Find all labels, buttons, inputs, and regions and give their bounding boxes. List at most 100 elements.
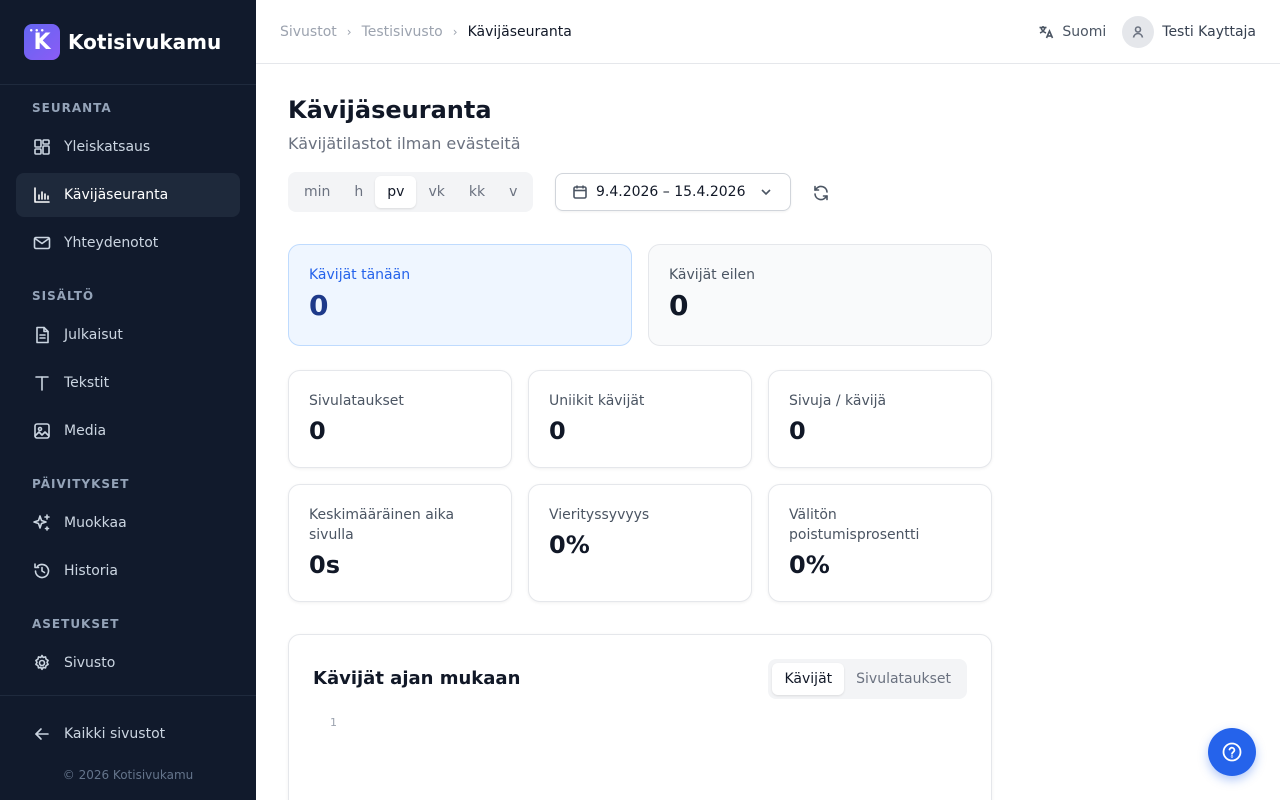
mail-icon [32, 233, 52, 253]
brand-logo-icon: ••• K [24, 24, 60, 60]
stat-label: Välitön poistumisprosentti [789, 507, 920, 543]
text-icon [32, 373, 52, 393]
image-icon [32, 421, 52, 441]
topbar: Sivustot › Testisivusto › Kävijäseuranta… [256, 0, 1280, 64]
user-icon [1132, 26, 1144, 38]
brand[interactable]: ••• K Kotisivukamu [24, 24, 221, 60]
language-label: Suomi [1062, 24, 1107, 40]
stat-card-unique-visitors: Uniikit kävijät 0 [528, 370, 752, 468]
stat-label: Keskimääräinen aika sivulla [309, 507, 455, 543]
stat-card-visitors-yesterday: Kävijät eilen 0 [648, 244, 992, 346]
refresh-button[interactable] [810, 182, 832, 204]
chevron-down-icon [758, 184, 774, 200]
sidebar: ••• K Kotisivukamu SEURANTA Yleiskatsaus… [0, 0, 256, 800]
arrow-left-icon [32, 724, 52, 744]
stat-value: 0% [789, 551, 830, 579]
stat-card-pages-per-visitor: Sivuja / kävijä 0 [768, 370, 992, 468]
granularity-year-button[interactable]: v [497, 176, 529, 208]
sidebar-divider [0, 84, 256, 85]
stat-value: 0 [669, 289, 689, 322]
sidebar-item-label: Yhteydenotot [64, 235, 159, 251]
sidebar-item-label: Yleiskatsaus [64, 139, 151, 155]
granularity-min-button[interactable]: min [292, 176, 342, 208]
granularity-selector: min h pv vk kk v [288, 172, 534, 212]
page-subtitle: Kävijätilastot ilman evästeitä [288, 134, 521, 153]
stat-value: 0 [309, 417, 326, 445]
date-range-picker[interactable]: 9.4.2026 – 15.4.2026 [555, 173, 791, 211]
user-menu[interactable]: Testi Kayttaja [1122, 16, 1256, 48]
granularity-month-button[interactable]: kk [457, 176, 497, 208]
granularity-hour-button[interactable]: h [342, 176, 375, 208]
brand-name: Kotisivukamu [68, 30, 222, 54]
sidebar-item-label: Muokkaa [64, 515, 127, 531]
copyright: © 2026 Kotisivukamu [62, 768, 194, 782]
breadcrumb-item-testisivusto[interactable]: Testisivusto [362, 24, 443, 40]
sidebar-item-label: Kävijäseuranta [64, 187, 169, 203]
stat-card-page-loads: Sivulataukset 0 [288, 370, 512, 468]
page-title: Kävijäseuranta [288, 96, 492, 124]
sidebar-item-historia[interactable]: Historia [16, 549, 240, 593]
stat-card-scroll-depth: Vierityssyvyys 0% [528, 484, 752, 602]
sidebar-item-yleiskatsaus[interactable]: Yleiskatsaus [16, 125, 240, 169]
bar-chart-icon [32, 185, 52, 205]
help-question-icon [1221, 741, 1243, 763]
date-range-value: 9.4.2026 – 15.4.2026 [596, 184, 746, 200]
breadcrumb: Sivustot › Testisivusto › Kävijäseuranta [280, 0, 572, 64]
visitors-over-time-chart-card: Kävijät ajan mukaan Kävijät Sivulataukse… [288, 634, 992, 800]
stat-label: Uniikit kävijät [549, 393, 645, 409]
avatar [1122, 16, 1155, 48]
sidebar-item-tekstit[interactable]: Tekstit [16, 361, 240, 405]
sidebar-item-label: Sivusto [64, 655, 116, 671]
stat-value: 0 [789, 417, 806, 445]
granularity-week-button[interactable]: vk [416, 176, 456, 208]
sidebar-item-label: Historia [64, 563, 118, 579]
section-title-seuranta: SEURANTA [32, 101, 112, 115]
stat-label: Kävijät tänään [309, 267, 411, 283]
sidebar-item-label: Media [64, 423, 107, 439]
granularity-day-button[interactable]: pv [375, 176, 417, 208]
stat-value: 0% [549, 531, 590, 559]
document-icon [32, 325, 52, 345]
section-title-sisalto: SISÄLTÖ [32, 289, 95, 303]
language-selector[interactable]: Suomi [1038, 24, 1106, 40]
dashboard-grid-icon [32, 137, 52, 157]
translate-icon [1038, 24, 1062, 40]
stat-label: Sivuja / kävijä [789, 393, 887, 409]
help-button[interactable] [1208, 728, 1256, 776]
chart-metric-toggle: Kävijät Sivulataukset [768, 659, 967, 699]
stat-card-visitors-today: Kävijät tänään 0 [288, 244, 632, 346]
sidebar-item-kavijaseuranta[interactable]: Kävijäseuranta [16, 173, 240, 217]
sidebar-divider [0, 695, 256, 696]
sidebar-item-sivusto[interactable]: Sivusto [16, 641, 240, 685]
stat-value: 0 [309, 289, 329, 322]
chevron-right-icon: › [452, 25, 458, 39]
sidebar-item-muokkaa[interactable]: Muokkaa [16, 501, 240, 545]
breadcrumb-item-current: Kävijäseuranta [467, 24, 572, 40]
chart-plot-area: 1 [330, 716, 337, 729]
sidebar-item-media[interactable]: Media [16, 409, 240, 453]
calendar-icon [572, 184, 588, 200]
refresh-icon [812, 184, 830, 202]
stat-value: 0 [549, 417, 566, 445]
back-to-all-sites-link[interactable]: Kaikki sivustot [16, 712, 240, 756]
chart-tab-visitors[interactable]: Kävijät [772, 663, 845, 695]
user-name: Testi Kayttaja [1162, 24, 1256, 40]
chart-tab-page-loads[interactable]: Sivulataukset [844, 663, 963, 695]
stat-value: 0s [309, 551, 340, 579]
topbar-actions: Suomi Testi Kayttaja [1038, 0, 1256, 64]
section-title-asetukset: ASETUKSET [32, 617, 120, 631]
section-title-paivitykset: PÄIVITYKSET [32, 477, 130, 491]
stat-card-avg-time: Keskimääräinen aika sivulla 0s [288, 484, 512, 602]
sidebar-item-julkaisut[interactable]: Julkaisut [16, 313, 240, 357]
stat-label: Kävijät eilen [669, 267, 755, 283]
sidebar-item-yhteydenotot[interactable]: Yhteydenotot [16, 221, 240, 265]
y-tick-label: 1 [330, 716, 337, 729]
back-link-label: Kaikki sivustot [64, 726, 166, 742]
chevron-right-icon: › [346, 25, 352, 39]
sidebar-item-label: Julkaisut [64, 327, 123, 343]
sparkles-icon [32, 513, 52, 533]
history-icon [32, 561, 52, 581]
gear-icon [32, 653, 52, 673]
chart-title: Kävijät ajan mukaan [313, 668, 521, 689]
breadcrumb-item-sivustot[interactable]: Sivustot [280, 24, 337, 40]
